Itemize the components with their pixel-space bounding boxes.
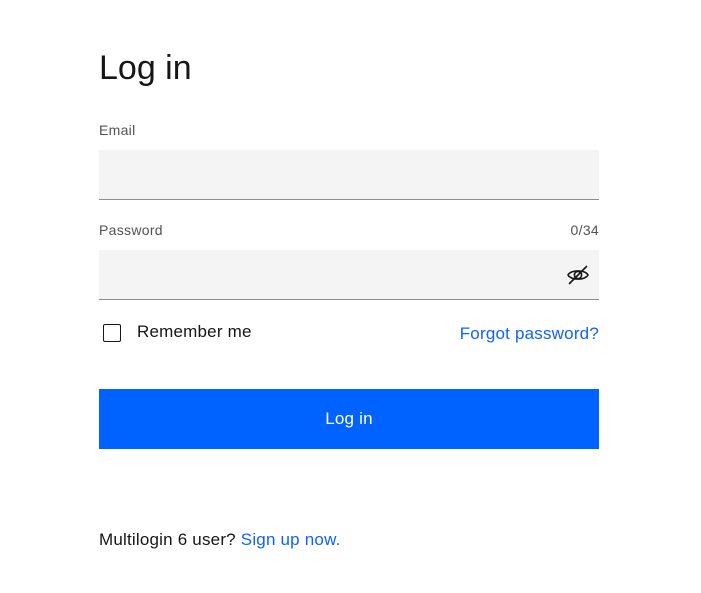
email-field-container[interactable] xyxy=(99,150,599,200)
password-field[interactable] xyxy=(99,250,599,299)
password-label: Password xyxy=(99,222,163,238)
password-field-container[interactable] xyxy=(99,250,599,300)
signup-prompt: Multilogin 6 user? xyxy=(99,530,236,549)
eye-off-icon[interactable] xyxy=(565,262,591,288)
password-character-counter: 0/34 xyxy=(570,222,599,238)
remember-me-checkbox[interactable] xyxy=(103,324,121,342)
page-title: Log in xyxy=(99,49,192,87)
forgot-password-link[interactable]: Forgot password? xyxy=(460,323,599,345)
login-button[interactable]: Log in xyxy=(99,389,599,449)
remember-row: Remember me Forgot password? xyxy=(99,320,599,346)
signup-link[interactable]: Sign up now. xyxy=(241,530,341,549)
remember-me-label[interactable]: Remember me xyxy=(137,321,252,343)
email-field[interactable] xyxy=(99,150,599,199)
signup-row: Multilogin 6 user? Sign up now. xyxy=(99,529,341,551)
email-label: Email xyxy=(99,122,136,138)
